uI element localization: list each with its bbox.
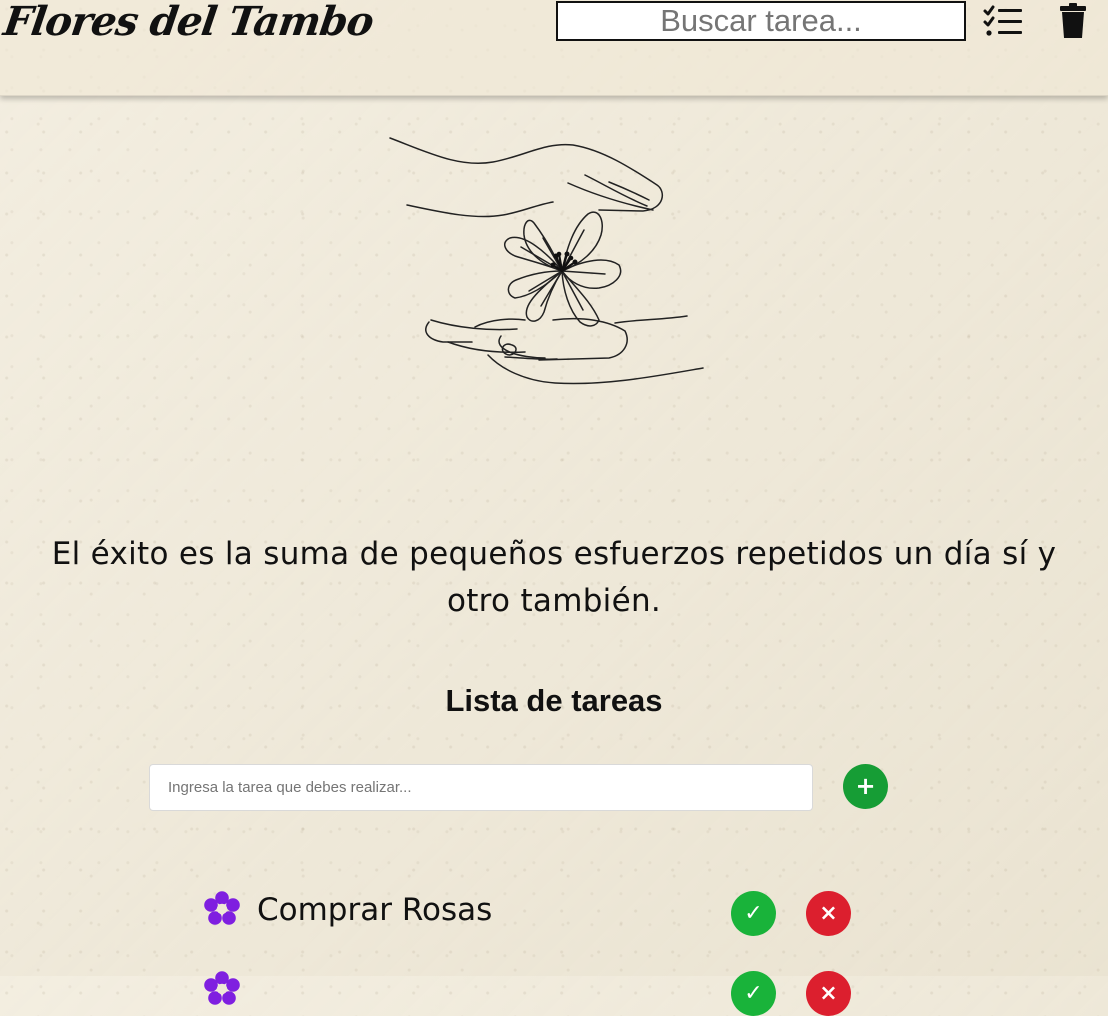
task-item: Comprar Rosas ✓ × bbox=[203, 888, 863, 936]
task-item: ✓ × bbox=[203, 968, 863, 1016]
top-header: Flores del Tambo bbox=[0, 0, 1108, 96]
search-input[interactable] bbox=[556, 1, 966, 41]
task-list-button[interactable] bbox=[982, 2, 1026, 40]
flower-icon bbox=[204, 891, 240, 925]
complete-task-button[interactable]: ✓ bbox=[731, 971, 776, 1016]
trash-icon bbox=[1060, 3, 1086, 38]
delete-all-button[interactable] bbox=[1052, 2, 1096, 40]
brand-logo-text: Flores del Tambo bbox=[0, 0, 376, 45]
task-list-title: Lista de tareas bbox=[445, 682, 663, 718]
motivational-quote: El éxito es la suma de pequeños esfuerzo… bbox=[51, 536, 1057, 619]
hero-illustration bbox=[385, 130, 715, 395]
new-task-input[interactable] bbox=[149, 764, 813, 811]
delete-task-button[interactable]: × bbox=[806, 971, 851, 1016]
checklist-icon bbox=[983, 5, 1022, 36]
complete-task-button[interactable]: ✓ bbox=[731, 891, 776, 936]
task-label: Comprar Rosas bbox=[257, 892, 493, 928]
hands-flower-illustration bbox=[389, 137, 704, 385]
add-task-button[interactable]: + bbox=[843, 764, 888, 809]
delete-task-button[interactable]: × bbox=[806, 891, 851, 936]
